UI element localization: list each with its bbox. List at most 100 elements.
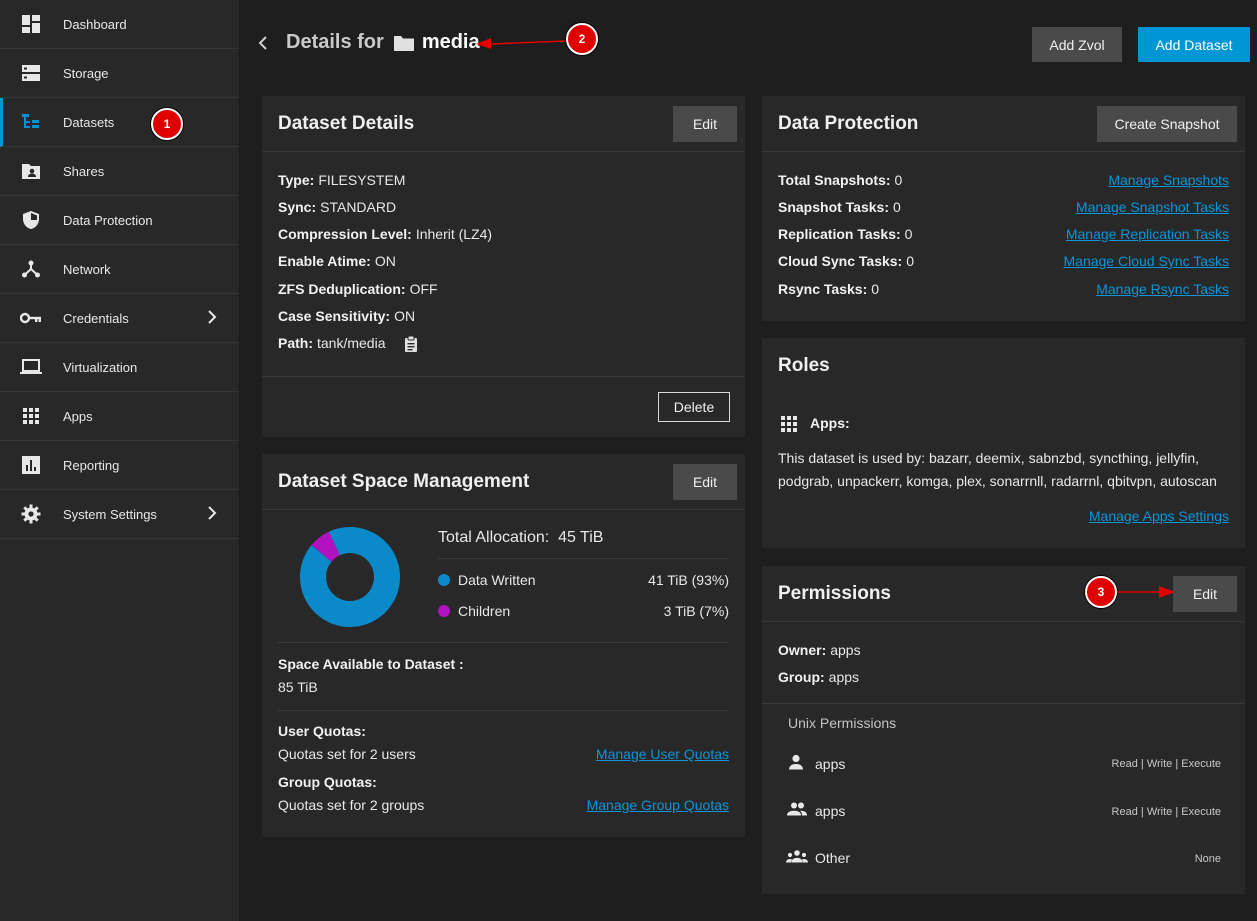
sidebar-item-label: System Settings xyxy=(63,506,157,522)
sidebar-item-datasets[interactable]: Datasets 1 xyxy=(0,98,239,147)
back-button[interactable] xyxy=(253,32,273,54)
shares-icon xyxy=(20,160,42,182)
annotation-arrow xyxy=(1117,586,1175,598)
sidebar-item-network[interactable]: Network xyxy=(0,245,239,294)
network-icon xyxy=(20,258,42,280)
annotation-marker-1: 1 xyxy=(151,108,183,140)
add-dataset-button[interactable]: Add Dataset xyxy=(1138,27,1250,62)
reporting-icon xyxy=(20,454,42,476)
permissions-card: Permissions Edit Owner: apps Group: apps U… xyxy=(762,566,1245,894)
total-snapshots: Total Snapshots: 0 xyxy=(778,172,903,188)
gear-icon xyxy=(20,503,42,525)
sidebar-item-label: Shares xyxy=(63,163,105,179)
clipboard-icon[interactable] xyxy=(404,335,418,357)
apps-grid-icon xyxy=(781,416,797,437)
sidebar-item-apps[interactable]: Apps xyxy=(0,392,239,441)
card-title: Permissions xyxy=(778,582,891,604)
key-icon xyxy=(20,307,42,329)
roles-card: Roles Apps: This dataset is used by: baz… xyxy=(762,338,1245,548)
card-title: Data Protection xyxy=(778,112,919,134)
sidebar-item-data-protection[interactable]: Data Protection xyxy=(0,196,239,245)
detail-sync: Sync: STANDARD xyxy=(278,199,397,215)
card-header: Dataset Space Management Edit xyxy=(262,454,745,510)
allocation-donut-chart xyxy=(300,527,400,627)
add-zvol-button[interactable]: Add Zvol xyxy=(1032,27,1122,62)
edit-space-button[interactable]: Edit xyxy=(673,464,737,500)
manage-replication-tasks-link[interactable]: Manage Replication Tasks xyxy=(1066,226,1229,242)
others-icon xyxy=(786,850,808,868)
chevron-right-icon xyxy=(207,506,217,523)
detail-case-sensitivity: Case Sensitivity: ON xyxy=(278,308,416,324)
sidebar-item-label: Credentials xyxy=(63,310,129,326)
roles-description-line1: This dataset is used by: bazarr, deemix,… xyxy=(778,450,1199,466)
sidebar-item-label: Data Protection xyxy=(63,212,153,228)
edit-permissions-button[interactable]: Edit xyxy=(1173,576,1237,612)
group: Group: apps xyxy=(778,669,860,685)
roles-apps-label: Apps: xyxy=(810,415,850,431)
page-title-prefix: Details for xyxy=(286,31,384,53)
manage-rsync-tasks-link[interactable]: Manage Rsync Tasks xyxy=(1096,281,1229,297)
legend-value-children: 3 TiB (7%) xyxy=(663,603,729,619)
card-title: Dataset Details xyxy=(278,112,415,134)
perm-group-name: apps xyxy=(815,803,846,819)
annotation-marker-2: 2 xyxy=(566,23,598,55)
card-header: Data Protection Create Snapshot xyxy=(762,96,1245,152)
detail-compression: Compression Level: Inherit (LZ4) xyxy=(278,226,493,242)
create-snapshot-button[interactable]: Create Snapshot xyxy=(1097,106,1237,142)
manage-group-quotas-link[interactable]: Manage Group Quotas xyxy=(587,797,729,813)
dashboard-icon xyxy=(20,13,42,35)
laptop-icon xyxy=(20,356,42,378)
legend-dot-data-written xyxy=(438,574,450,586)
detail-path: Path: tank/media xyxy=(278,335,386,351)
roles-description-line2: podgrab, unpackerr, komga, plex, sonarrn… xyxy=(778,473,1217,489)
group-quotas-label: Group Quotas: xyxy=(278,774,377,790)
sidebar-item-label: Datasets xyxy=(63,114,115,130)
manage-user-quotas-link[interactable]: Manage User Quotas xyxy=(596,746,729,762)
edit-details-button[interactable]: Edit xyxy=(673,106,737,142)
sidebar-item-shares[interactable]: Shares xyxy=(0,147,239,196)
chevron-right-icon xyxy=(207,310,217,327)
sidebar-item-system-settings[interactable]: System Settings xyxy=(0,490,239,539)
sidebar-item-label: Virtualization xyxy=(63,359,138,375)
sidebar-item-reporting[interactable]: Reporting xyxy=(0,441,239,490)
perm-user-value: Read | Write | Execute xyxy=(1111,758,1221,770)
rsync-tasks: Rsync Tasks: 0 xyxy=(778,281,880,297)
dataset-name: media xyxy=(421,31,480,53)
sidebar-item-label: Apps xyxy=(63,408,93,424)
manage-cloud-sync-tasks-link[interactable]: Manage Cloud Sync Tasks xyxy=(1064,253,1230,269)
user-quotas-label: User Quotas: xyxy=(278,723,366,739)
legend-label-children: Children xyxy=(458,603,511,619)
space-available-value: 85 TiB xyxy=(278,679,318,695)
dataset-details-card: Dataset Details Edit Type: FILESYSTEM Syn… xyxy=(262,96,745,437)
perm-other-name: Other xyxy=(815,850,851,866)
sidebar-item-virtualization[interactable]: Virtualization xyxy=(0,343,239,392)
sidebar-item-label: Reporting xyxy=(63,457,120,473)
group-icon xyxy=(787,802,807,821)
owner: Owner: apps xyxy=(778,642,861,658)
sidebar-item-storage[interactable]: Storage xyxy=(0,49,239,98)
delete-button[interactable]: Delete xyxy=(658,392,730,422)
detail-atime: Enable Atime: ON xyxy=(278,253,396,269)
user-quotas-value: Quotas set for 2 users xyxy=(278,746,416,762)
card-header: Roles xyxy=(762,338,1245,394)
manage-apps-settings-link[interactable]: Manage Apps Settings xyxy=(1089,508,1229,524)
space-available-label: Space Available to Dataset : xyxy=(278,656,464,672)
divider xyxy=(438,558,729,559)
sidebar-item-label: Dashboard xyxy=(63,16,127,32)
card-title: Roles xyxy=(778,355,830,376)
sidebar-item-dashboard[interactable]: Dashboard xyxy=(0,0,239,49)
unix-permissions-title: Unix Permissions xyxy=(788,715,897,731)
manage-snapshot-tasks-link[interactable]: Manage Snapshot Tasks xyxy=(1076,199,1229,215)
sidebar-item-label: Storage xyxy=(63,65,109,81)
manage-snapshots-link[interactable]: Manage Snapshots xyxy=(1108,172,1229,188)
user-icon xyxy=(788,754,804,775)
legend-dot-children xyxy=(438,605,450,617)
shield-icon xyxy=(20,209,42,231)
divider xyxy=(278,710,729,711)
group-quotas-value: Quotas set for 2 groups xyxy=(278,797,425,813)
annotation-arrow xyxy=(476,38,567,49)
sidebar: Dashboard Storage Datasets 1 Shares Data… xyxy=(0,0,240,921)
sidebar-item-credentials[interactable]: Credentials xyxy=(0,294,239,343)
datasets-icon xyxy=(20,111,42,133)
legend-value-data-written: 41 TiB (93%) xyxy=(648,572,729,588)
